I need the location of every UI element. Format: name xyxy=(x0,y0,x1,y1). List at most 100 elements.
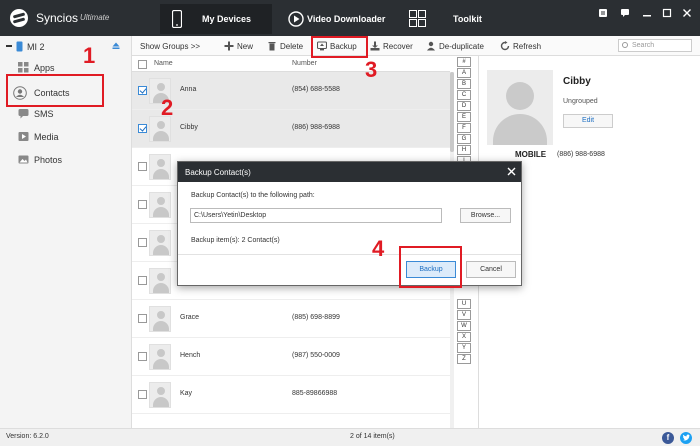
row-checkbox[interactable] xyxy=(138,314,147,323)
row-checkbox[interactable] xyxy=(138,238,147,247)
maximize-icon[interactable] xyxy=(661,8,673,20)
table-row[interactable]: Hench (987) 550-0009 xyxy=(132,338,450,376)
dialog-close-icon[interactable] xyxy=(504,165,518,179)
search-icon xyxy=(622,42,628,48)
contact-avatar xyxy=(149,382,171,408)
phone-icon xyxy=(172,10,182,28)
tab-my-devices-label: My Devices xyxy=(202,14,252,24)
device-name: MI 2 xyxy=(27,42,45,52)
alphabet-index-letter[interactable]: D xyxy=(457,101,471,111)
close-icon[interactable] xyxy=(681,8,693,20)
dialog-divider xyxy=(178,254,521,255)
new-button[interactable]: New xyxy=(224,39,253,53)
edit-button[interactable]: Edit xyxy=(563,114,613,128)
dialog-prompt: Backup Contact(s) to the following path: xyxy=(191,192,315,199)
alphabet-index-letter[interactable]: E xyxy=(457,112,471,122)
facebook-icon[interactable]: f xyxy=(662,432,674,444)
row-checkbox[interactable] xyxy=(138,390,147,399)
column-header-name[interactable]: Name xyxy=(154,60,173,67)
annotation-step-3: 3 xyxy=(365,57,378,82)
contact-avatar xyxy=(149,268,171,294)
annotation-step-2: 2 xyxy=(161,95,174,120)
apps-icon xyxy=(18,62,29,73)
alphabet-index-letter[interactable]: V xyxy=(457,310,471,320)
search-input[interactable]: Search xyxy=(618,39,692,52)
twitter-icon[interactable] xyxy=(680,432,692,444)
table-row[interactable]: Cibby (886) 988-6988 xyxy=(132,110,450,148)
eject-icon[interactable] xyxy=(112,42,120,50)
recover-button[interactable]: Recover xyxy=(370,39,413,53)
recover-icon xyxy=(370,41,380,51)
table-row[interactable]: Grace (885) 698-8899 xyxy=(132,300,450,338)
annotation-box-backup xyxy=(311,36,368,58)
refresh-button[interactable]: Refresh xyxy=(500,39,541,53)
dialog-titlebar: Backup Contact(s) xyxy=(178,162,521,182)
browse-button[interactable]: Browse... xyxy=(460,208,511,223)
contact-name-cell: Grace xyxy=(180,314,200,321)
dialog-cancel-button[interactable]: Cancel xyxy=(466,261,516,278)
title-bar: Syncios Ultimate My Devices Video Downlo… xyxy=(0,0,700,36)
contact-name: Cibby xyxy=(563,76,591,87)
minimize-icon[interactable] xyxy=(641,8,653,20)
contact-avatar xyxy=(149,306,171,332)
row-checkbox[interactable] xyxy=(138,352,147,361)
table-row[interactable]: Anna (854) 688-5588 xyxy=(132,72,450,110)
backup-items-summary: Backup item(s): 2 Contact(s) xyxy=(191,237,280,244)
comment-icon[interactable] xyxy=(619,8,631,20)
row-checkbox[interactable] xyxy=(138,162,147,171)
scrollbar-thumb[interactable] xyxy=(450,72,454,152)
contact-avatar xyxy=(149,192,171,218)
status-bar: Version: 6.2.0 2 of 14 item(s) f xyxy=(0,428,700,446)
alphabet-index-letter[interactable]: A xyxy=(457,68,471,78)
sidebar-item-photos[interactable]: Photos xyxy=(14,150,124,170)
alphabet-index-letter[interactable]: Z xyxy=(457,354,471,364)
alphabet-index-letter[interactable]: # xyxy=(457,57,471,67)
alphabet-index-letter[interactable]: B xyxy=(457,79,471,89)
annotation-step-4: 4 xyxy=(372,236,385,261)
annotation-box-dialog-backup xyxy=(399,246,462,288)
alphabet-index-letter[interactable]: C xyxy=(457,90,471,100)
alphabet-index-letter[interactable]: W xyxy=(457,321,471,331)
alphabet-index-letter[interactable]: U xyxy=(457,299,471,309)
table-row[interactable]: Kay 885-89866988 xyxy=(132,376,450,414)
sms-icon xyxy=(18,109,29,119)
deduplicate-button[interactable]: De-duplicate xyxy=(426,39,484,53)
show-groups-label: Show Groups >> xyxy=(140,41,201,51)
contact-number-cell: (987) 550-0009 xyxy=(292,352,340,359)
annotation-box-contacts xyxy=(6,74,104,107)
recover-label: Recover xyxy=(383,41,413,51)
row-checkbox[interactable] xyxy=(138,200,147,209)
row-checkbox[interactable] xyxy=(138,124,147,133)
collapse-icon[interactable] xyxy=(6,45,12,47)
row-checkbox[interactable] xyxy=(138,276,147,285)
tab-my-devices[interactable]: My Devices xyxy=(160,4,272,34)
sidebar-item-media[interactable]: Media xyxy=(14,127,124,147)
sidebar-item-label: Media xyxy=(34,132,59,142)
sidebar-item-label: Apps xyxy=(34,63,55,73)
sidebar-item-label: SMS xyxy=(34,109,54,119)
refresh-label: Refresh xyxy=(513,41,542,51)
sidebar-item-sms[interactable]: SMS xyxy=(14,104,124,124)
device-selector[interactable]: MI 2 xyxy=(0,38,132,56)
tab-video-downloader[interactable]: Video Downloader xyxy=(286,4,396,34)
contact-number-cell: (886) 988-6988 xyxy=(292,124,340,131)
menu-icon[interactable] xyxy=(597,8,609,20)
annotation-step-1: 1 xyxy=(83,43,96,68)
contact-number-cell: (885) 698-8899 xyxy=(292,314,340,321)
row-checkbox[interactable] xyxy=(138,86,147,95)
alphabet-index-letter[interactable]: X xyxy=(457,332,471,342)
alphabet-index-letter[interactable]: Y xyxy=(457,343,471,353)
alphabet-index-letter[interactable]: H xyxy=(457,145,471,155)
alphabet-index-letter[interactable]: G xyxy=(457,134,471,144)
contact-avatar xyxy=(149,154,171,180)
grid-icon xyxy=(409,10,426,27)
deduplicate-icon xyxy=(427,41,435,51)
show-groups-button[interactable]: Show Groups >> xyxy=(140,39,200,53)
column-header-number[interactable]: Number xyxy=(292,60,317,67)
backup-path-field[interactable]: C:\Users\Yetin\Desktop xyxy=(190,208,442,223)
delete-button[interactable]: Delete xyxy=(267,39,303,53)
dialog-title: Backup Contact(s) xyxy=(185,168,251,177)
alphabet-index-letter[interactable]: F xyxy=(457,123,471,133)
tab-toolkit[interactable]: Toolkit xyxy=(407,4,497,34)
select-all-checkbox[interactable] xyxy=(138,60,147,69)
